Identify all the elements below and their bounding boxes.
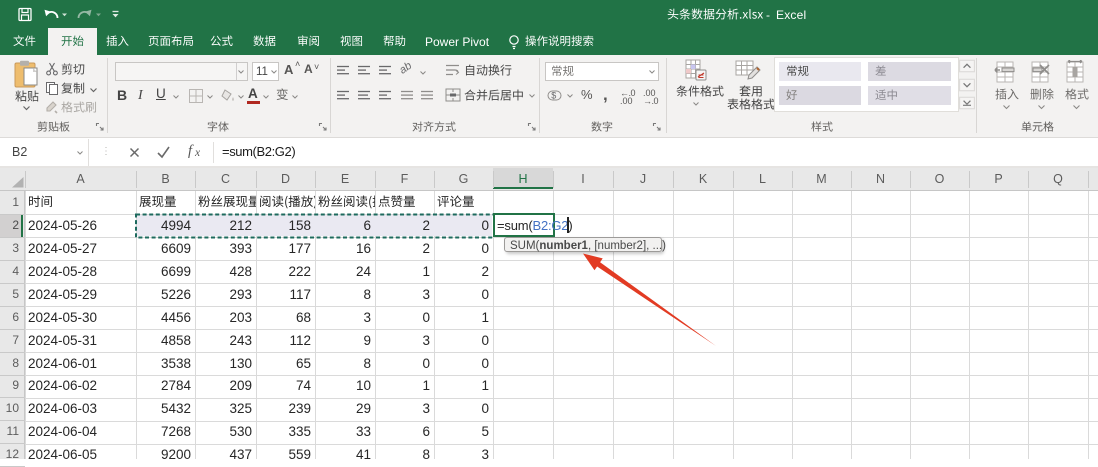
svg-text:$: $ <box>551 90 556 100</box>
